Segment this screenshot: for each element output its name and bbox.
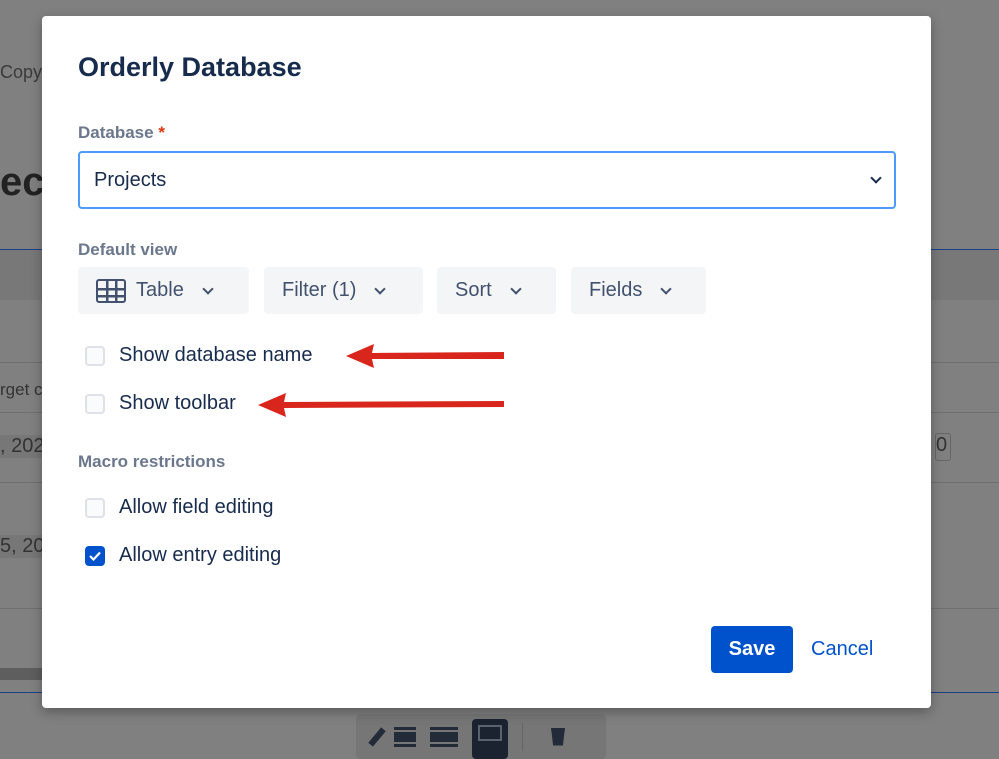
view-type-button[interactable]: Table [78, 267, 249, 314]
edit-pencil-icon[interactable] [368, 726, 386, 747]
database-select-value: Projects [94, 168, 167, 191]
allow-entry-editing-label: Allow entry editing [119, 544, 282, 566]
chevron-down-icon [510, 282, 522, 295]
macro-restrictions-label: Macro restrictions [78, 452, 226, 471]
allow-field-editing-label: Allow field editing [119, 496, 274, 518]
bg-date-cell: 5, 20 [0, 535, 45, 558]
table-icon [96, 278, 126, 303]
fields-label: Fields [589, 279, 643, 301]
checkbox-unchecked-icon[interactable] [85, 497, 105, 518]
dialog-title: Orderly Database [78, 52, 302, 82]
show-toolbar-label: Show toolbar [119, 392, 236, 414]
show-toolbar-checkbox[interactable]: Show toolbar [85, 392, 236, 415]
checkbox-unchecked-icon[interactable] [85, 345, 105, 366]
checkbox-checked-icon[interactable] [85, 545, 105, 566]
bg-copy-text: Copy [0, 62, 43, 82]
fields-button[interactable]: Fields [571, 267, 706, 314]
delete-trash-icon[interactable] [551, 727, 565, 746]
checkbox-unchecked-icon[interactable] [85, 393, 105, 414]
allow-entry-editing-checkbox[interactable]: Allow entry editing [85, 544, 281, 567]
required-marker: * [158, 123, 165, 142]
red-arrow-annotation-icon [258, 393, 504, 417]
view-type-label: Table [136, 279, 184, 301]
allow-field-editing-checkbox[interactable]: Allow field editing [85, 496, 274, 519]
layout-wide-icon[interactable] [430, 726, 458, 747]
layout-narrow-icon[interactable] [394, 726, 416, 747]
show-database-name-checkbox[interactable]: Show database name [85, 344, 312, 367]
chevron-down-icon [202, 282, 214, 295]
red-arrow-annotation-icon [346, 344, 504, 368]
chevron-down-icon [374, 282, 387, 295]
macro-toolbar [356, 714, 606, 759]
bg-column-header: rget c [0, 380, 43, 399]
database-label-text: Database [78, 123, 154, 142]
default-view-label: Default view [78, 240, 178, 259]
database-select[interactable]: Projects [78, 151, 896, 209]
save-button[interactable]: Save [711, 626, 793, 673]
filter-button[interactable]: Filter (1) [264, 267, 423, 314]
cancel-button[interactable]: Cancel [811, 638, 873, 661]
bg-right-cell: 0 [935, 433, 952, 461]
chevron-down-icon [870, 172, 882, 184]
show-database-name-label: Show database name [119, 344, 313, 366]
chevron-down-icon [660, 282, 673, 295]
orderly-database-dialog: Orderly Database Database * Projects Def… [42, 16, 931, 708]
sort-button[interactable]: Sort [437, 267, 556, 314]
filter-label: Filter (1) [282, 279, 357, 301]
sort-label: Sort [455, 279, 492, 301]
bg-date-cell: , 202 [0, 435, 45, 458]
database-label: Database * [78, 123, 165, 143]
